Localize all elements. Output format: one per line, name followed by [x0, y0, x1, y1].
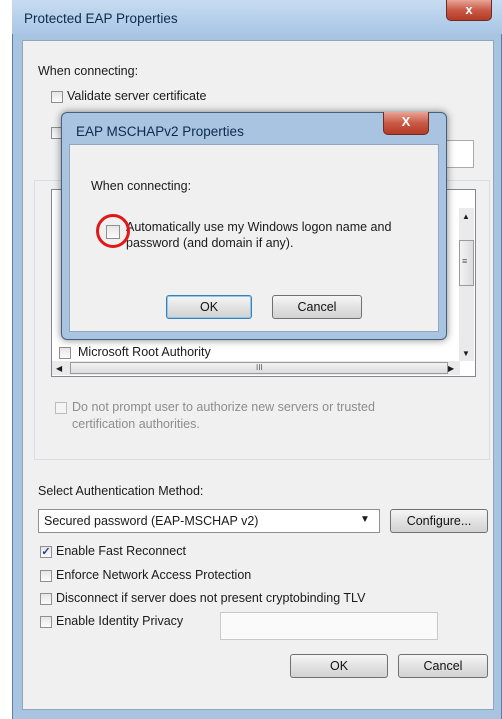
cancel-button[interactable]: Cancel — [398, 654, 488, 678]
ca-item-checkbox[interactable] — [59, 347, 71, 359]
cryptobinding-label[interactable]: Disconnect if server does not present cr… — [56, 591, 365, 605]
h-grip-icon: III — [256, 363, 263, 372]
ca-item-label[interactable]: Microsoft Root Authority — [78, 345, 211, 359]
no-prompt-label: Do not prompt user to authorize new serv… — [72, 399, 375, 433]
window-title: Protected EAP Properties — [24, 11, 178, 26]
close-button[interactable]: x — [446, 0, 492, 21]
mschap-connecting-label: When connecting: — [91, 179, 192, 193]
validate-cert-checkbox[interactable] — [51, 91, 63, 103]
configure-button[interactable]: Configure... — [390, 509, 488, 533]
close-icon: x — [465, 2, 473, 17]
auth-method-label: Select Authentication Method: — [38, 484, 204, 498]
identity-privacy-label[interactable]: Enable Identity Privacy — [56, 614, 183, 628]
scroll-down-icon[interactable]: ▼ — [462, 349, 470, 358]
auto-logon-line-1: Automatically use my Windows logon name … — [126, 220, 392, 234]
no-prompt-checkbox[interactable] — [55, 402, 67, 414]
validate-cert-label[interactable]: Validate server certificate — [67, 89, 206, 103]
no-prompt-line-2: certification authorities. — [72, 417, 200, 431]
no-prompt-line-1: Do not prompt user to authorize new serv… — [72, 400, 375, 414]
mschap-cancel-button[interactable]: Cancel — [272, 295, 362, 319]
auth-method-select[interactable]: Secured password (EAP-MSCHAP v2) — [38, 509, 380, 533]
chevron-down-icon[interactable]: ▼ — [360, 514, 370, 525]
ok-button[interactable]: OK — [290, 654, 388, 678]
grip-icon: ≡ — [462, 256, 468, 266]
auto-logon-line-2: password (and domain if any). — [126, 236, 294, 250]
mschap-close-button[interactable]: X — [383, 112, 429, 135]
when-connecting-label: When connecting: — [38, 64, 139, 78]
identity-privacy-field[interactable] — [220, 612, 438, 640]
mschap-ok-button[interactable]: OK — [166, 295, 252, 319]
identity-privacy-checkbox[interactable] — [40, 616, 52, 628]
auto-logon-label[interactable]: Automatically use my Windows logon name … — [126, 219, 391, 251]
fast-reconnect-label[interactable]: Enable Fast Reconnect — [56, 544, 186, 558]
scroll-up-icon[interactable]: ▲ — [462, 212, 470, 221]
scroll-right-icon[interactable]: ▶ — [448, 364, 454, 373]
highlight-circle — [96, 214, 130, 248]
close-icon: X — [401, 114, 411, 129]
fast-reconnect-checkbox[interactable]: ✓ — [40, 546, 52, 558]
scroll-left-icon[interactable]: ◀ — [56, 364, 62, 373]
nap-checkbox[interactable] — [40, 570, 52, 582]
mschap-dialog-title: EAP MSCHAPv2 Properties — [76, 124, 244, 139]
cryptobinding-checkbox[interactable] — [40, 593, 52, 605]
nap-label[interactable]: Enforce Network Access Protection — [56, 568, 251, 582]
